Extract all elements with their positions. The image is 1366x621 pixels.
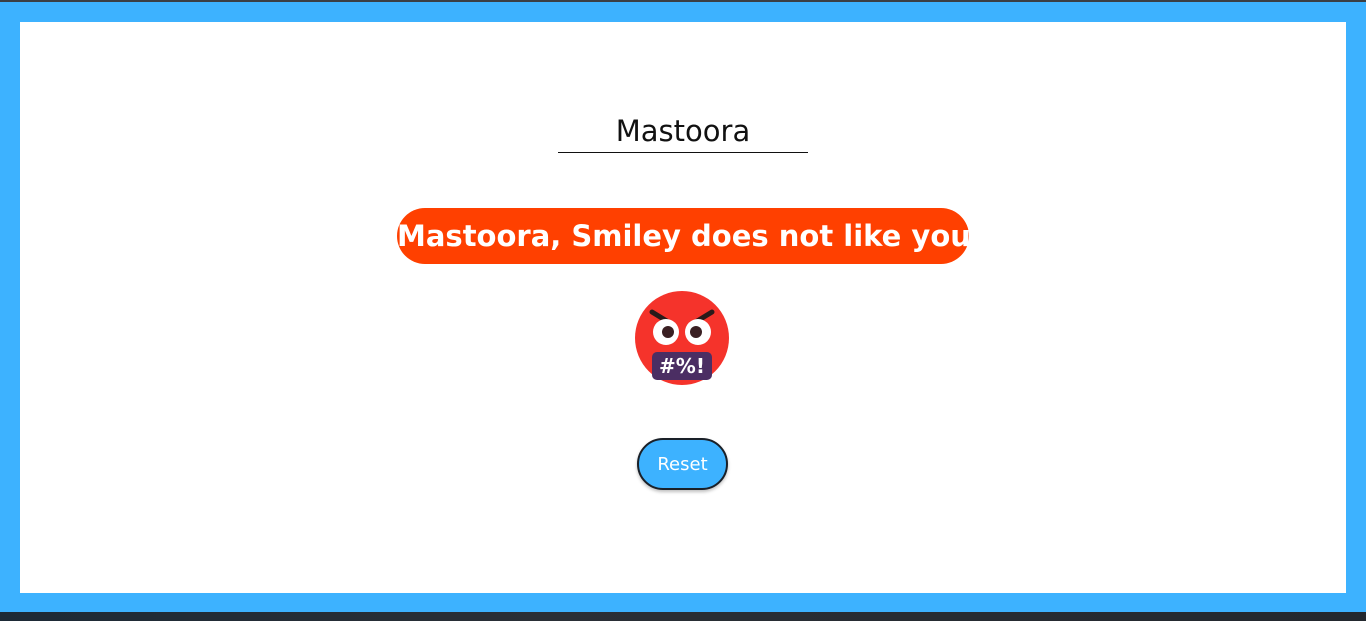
taskbar bbox=[0, 612, 1366, 621]
emoji-symbols: #%! bbox=[659, 354, 705, 378]
angry-face-with-symbols-icon: #%! bbox=[635, 291, 729, 385]
page-frame: Mastoora, Smiley does not like you.. #%!… bbox=[0, 2, 1366, 612]
reset-button[interactable]: Reset bbox=[637, 438, 728, 490]
mood-message: Mastoora, Smiley does not like you.. bbox=[397, 208, 993, 264]
name-input[interactable] bbox=[558, 110, 808, 153]
main-card: Mastoora, Smiley does not like you.. #%!… bbox=[20, 22, 1346, 593]
